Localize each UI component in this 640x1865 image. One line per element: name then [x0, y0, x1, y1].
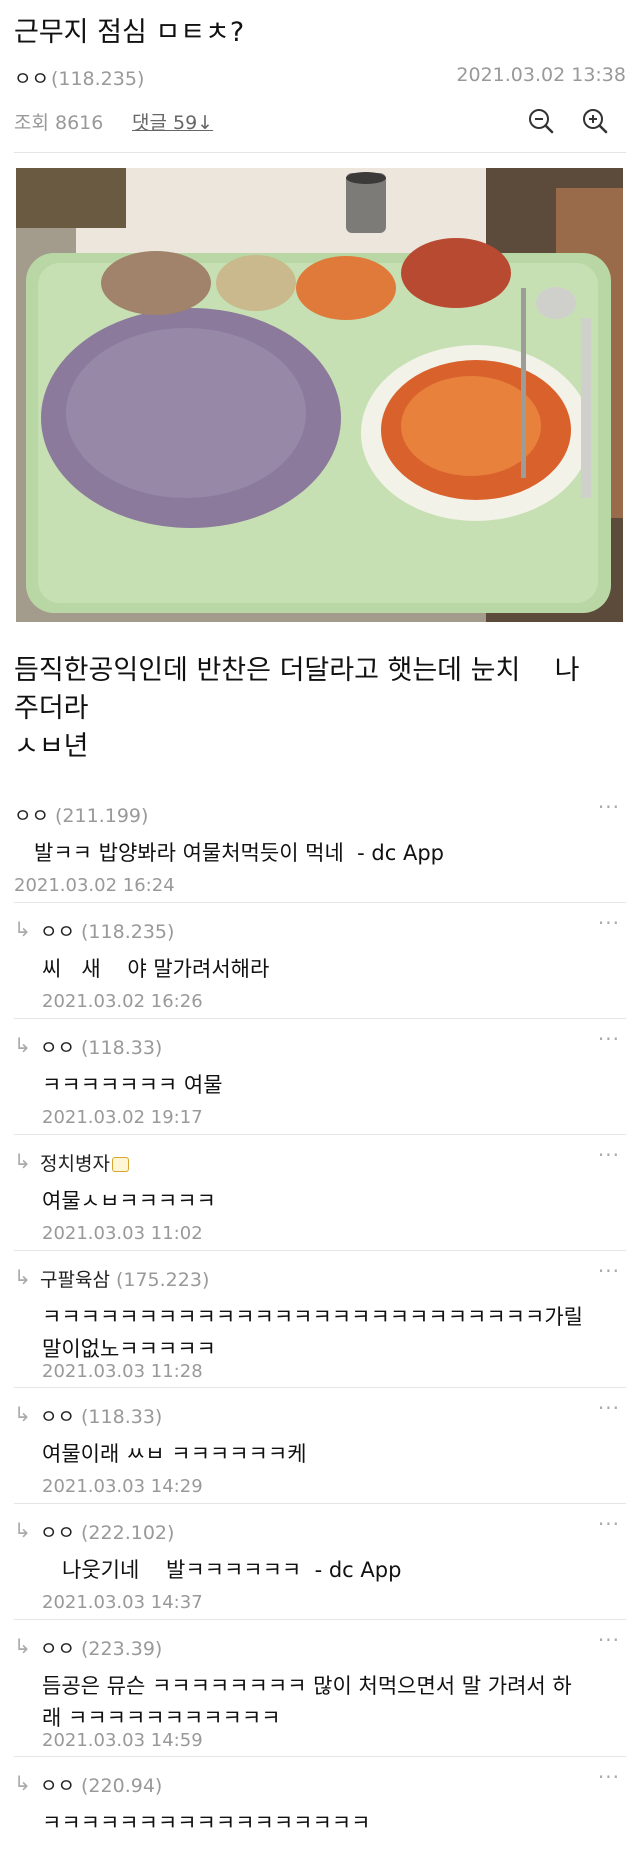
lunch-tray-photo[interactable]	[16, 168, 623, 622]
comment-author-name[interactable]: ㅇㅇ	[40, 1638, 75, 1660]
comment-author[interactable]: ㅇㅇ (211.199)	[14, 801, 148, 828]
comment-author-name[interactable]: ㅇㅇ	[40, 921, 75, 943]
more-options-icon[interactable]: ···	[598, 1143, 620, 1167]
comment-date: 2021.03.03 14:37	[42, 1592, 203, 1613]
comment-author-name[interactable]: ㅇㅇ	[40, 1037, 75, 1059]
comment-author-ip: (175.223)	[115, 1269, 210, 1291]
comment-author[interactable]: ㅇㅇ (222.102)	[40, 1518, 174, 1545]
photo-illustration	[16, 168, 623, 622]
comment-date: 2021.03.03 14:29	[42, 1476, 203, 1497]
comment-date: 2021.03.02 16:26	[42, 991, 203, 1012]
comment-text: 듬공은 뮤슨 ㅋㅋㅋㅋㅋㅋㅋㅋ 많이 처먹으면서 말 가려서 하 래 ㅋㅋㅋㅋㅋ…	[42, 1674, 572, 1730]
comment-author-ip: (118.235)	[81, 921, 175, 943]
post-date: 2021.03.02 13:38	[456, 64, 626, 86]
header-divider	[14, 152, 626, 153]
comment-text: 여물이래 ㅆㅂ ㅋㅋㅋㅋㅋㅋ케	[42, 1442, 307, 1466]
comment-text: ㅋㅋㅋㅋㅋㅋㅋㅋㅋㅋㅋㅋㅋㅋㅋㅋㅋㅋㅋㅋㅋㅋㅋㅋㅋㅋ가릴 말이없노ㅋㅋㅋㅋㅋ	[42, 1305, 583, 1361]
comment-count-link[interactable]: 댓글 59↓	[132, 108, 213, 135]
post-title: 근무지 점심 ㅁㅌㅊ?	[14, 17, 245, 48]
comment-date: 2021.03.03 11:02	[42, 1223, 203, 1244]
more-options-icon[interactable]: ···	[598, 1765, 620, 1789]
comment-author-name[interactable]: ㅇㅇ	[40, 1522, 75, 1544]
comment-author-name[interactable]: 구팔육삼	[40, 1269, 110, 1291]
comment-author[interactable]: ㅇㅇ (118.235)	[40, 917, 174, 944]
comment-author-ip: (223.39)	[81, 1638, 163, 1660]
more-options-icon[interactable]: ···	[598, 1628, 620, 1652]
comment-author[interactable]: ㅇㅇ (220.94)	[40, 1771, 162, 1798]
comment-author-ip: (211.199)	[55, 805, 149, 827]
post-stats: 조회 8616 댓글 59↓	[14, 108, 626, 138]
more-options-icon[interactable]: ···	[598, 1027, 620, 1051]
post-author-name[interactable]: ㅇㅇ	[14, 68, 49, 90]
reply-arrow-icon: ↳	[14, 1149, 31, 1173]
comment-author[interactable]: 정치병자	[40, 1149, 129, 1176]
more-options-icon[interactable]: ···	[598, 1396, 620, 1420]
view-count: 조회 8616	[14, 112, 104, 134]
comment-author-ip: (118.33)	[81, 1406, 163, 1428]
comment-item: ↳ ㅇㅇ (118.33) ··· 여물이래 ㅆㅂ ㅋㅋㅋㅋㅋㅋ케 2021.0…	[14, 1388, 626, 1504]
reply-arrow-icon: ↳	[14, 1033, 31, 1057]
member-badge-icon	[111, 1157, 129, 1172]
comment-date: 2021.03.03 14:59	[42, 1730, 203, 1751]
post-author-ip: (118.235)	[50, 68, 145, 90]
reply-arrow-icon: ↳	[14, 1518, 31, 1542]
comment-date: 2021.03.02 19:17	[42, 1107, 203, 1128]
comment-author[interactable]: ㅇㅇ (118.33)	[40, 1033, 162, 1060]
comment-author[interactable]: 구팔육삼 (175.223)	[40, 1265, 209, 1292]
comment-item: ↳ ㅇㅇ (118.33) ··· ㅋㅋㅋㅋㅋㅋㅋ 여물 2021.03.02 …	[14, 1019, 626, 1135]
comment-item: ↳ ㅇㅇ (220.94) ··· ㅋㅋㅋㅋㅋㅋㅋㅋㅋㅋㅋㅋㅋㅋㅋㅋㅋ	[14, 1757, 626, 1835]
comment-item: ㅇㅇ (211.199) ··· 발ㅋㅋ 밥양봐라 여물처먹듯이 먹네 - dc…	[14, 787, 626, 903]
reply-arrow-icon: ↳	[14, 1634, 31, 1658]
comment-author[interactable]: ㅇㅇ (223.39)	[40, 1634, 162, 1661]
more-options-icon[interactable]: ···	[598, 795, 620, 819]
reply-arrow-icon: ↳	[14, 917, 31, 941]
comment-item: ↳ ㅇㅇ (118.235) ··· 씨 새 야 말가려서해라 2021.03.…	[14, 903, 626, 1019]
zoom-in-icon[interactable]	[580, 106, 610, 136]
comment-author-name[interactable]: 정치병자	[40, 1153, 110, 1175]
comment-text: ㅋㅋㅋㅋㅋㅋㅋㅋㅋㅋㅋㅋㅋㅋㅋㅋㅋ	[42, 1811, 371, 1835]
comment-date: 2021.03.03 11:28	[42, 1361, 203, 1382]
comment-author-name[interactable]: ㅇㅇ	[40, 1406, 75, 1428]
zoom-out-icon[interactable]	[526, 106, 556, 136]
reply-arrow-icon: ↳	[14, 1402, 31, 1426]
post-meta: ㅇㅇ (118.235) 2021.03.02 13:38	[14, 64, 626, 90]
comment-text: 여물ㅅㅂㅋㅋㅋㅋㅋ	[42, 1189, 216, 1213]
reply-arrow-icon: ↳	[14, 1771, 31, 1795]
comment-author-name[interactable]: ㅇㅇ	[40, 1775, 75, 1797]
comment-author-name[interactable]: ㅇㅇ	[14, 805, 49, 827]
post-body-line: 주더라	[14, 693, 89, 724]
comment-item: ↳ 구팔육삼 (175.223) ··· ㅋㅋㅋㅋㅋㅋㅋㅋㅋㅋㅋㅋㅋㅋㅋㅋㅋㅋㅋ…	[14, 1251, 626, 1388]
comment-author[interactable]: ㅇㅇ (118.33)	[40, 1402, 162, 1429]
more-options-icon[interactable]: ···	[598, 911, 620, 935]
comment-author-ip: (222.102)	[81, 1522, 175, 1544]
post-body: 듬직한공익인데 반찬은 더달라고 햇는데 눈치 나 주더라 ㅅㅂ년	[14, 652, 626, 766]
comment-text: 발ㅋㅋ 밥양봐라 여물처먹듯이 먹네 - dc App	[34, 841, 445, 865]
post-body-line: ㅅㅂ년	[14, 731, 89, 762]
comment-item: ↳ ㅇㅇ (223.39) ··· 듬공은 뮤슨 ㅋㅋㅋㅋㅋㅋㅋㅋ 많이 처먹으…	[14, 1620, 626, 1757]
post-author[interactable]: ㅇㅇ (118.235)	[14, 64, 144, 91]
post-header: 근무지 점심 ㅁㅌㅊ? ㅇㅇ (118.235) 2021.03.02 13:38…	[0, 0, 640, 154]
more-options-icon[interactable]: ···	[598, 1512, 620, 1536]
comment-text: 씨 새 야 말가려서해라	[42, 957, 270, 981]
comment-item: ↳ ㅇㅇ (222.102) ··· 나웃기네 발ㅋㅋㅋㅋㅋㅋ - dc App…	[14, 1504, 626, 1620]
comment-author-ip: (118.33)	[81, 1037, 163, 1059]
post-body-line: 듬직한공익인데 반찬은 더달라고 햇는데 눈치 나	[14, 655, 580, 686]
more-options-icon[interactable]: ···	[598, 1259, 620, 1283]
comment-text: ㅋㅋㅋㅋㅋㅋㅋ 여물	[42, 1073, 223, 1097]
comment-text: 나웃기네 발ㅋㅋㅋㅋㅋㅋ - dc App	[42, 1558, 402, 1582]
comment-date: 2021.03.02 16:24	[14, 875, 175, 896]
comment-author-ip: (220.94)	[81, 1775, 163, 1797]
comment-list: ㅇㅇ (211.199) ··· 발ㅋㅋ 밥양봐라 여물처먹듯이 먹네 - dc…	[14, 787, 626, 1835]
comment-item: ↳ 정치병자 ··· 여물ㅅㅂㅋㅋㅋㅋㅋ 2021.03.03 11:02	[14, 1135, 626, 1251]
reply-arrow-icon: ↳	[14, 1265, 31, 1289]
